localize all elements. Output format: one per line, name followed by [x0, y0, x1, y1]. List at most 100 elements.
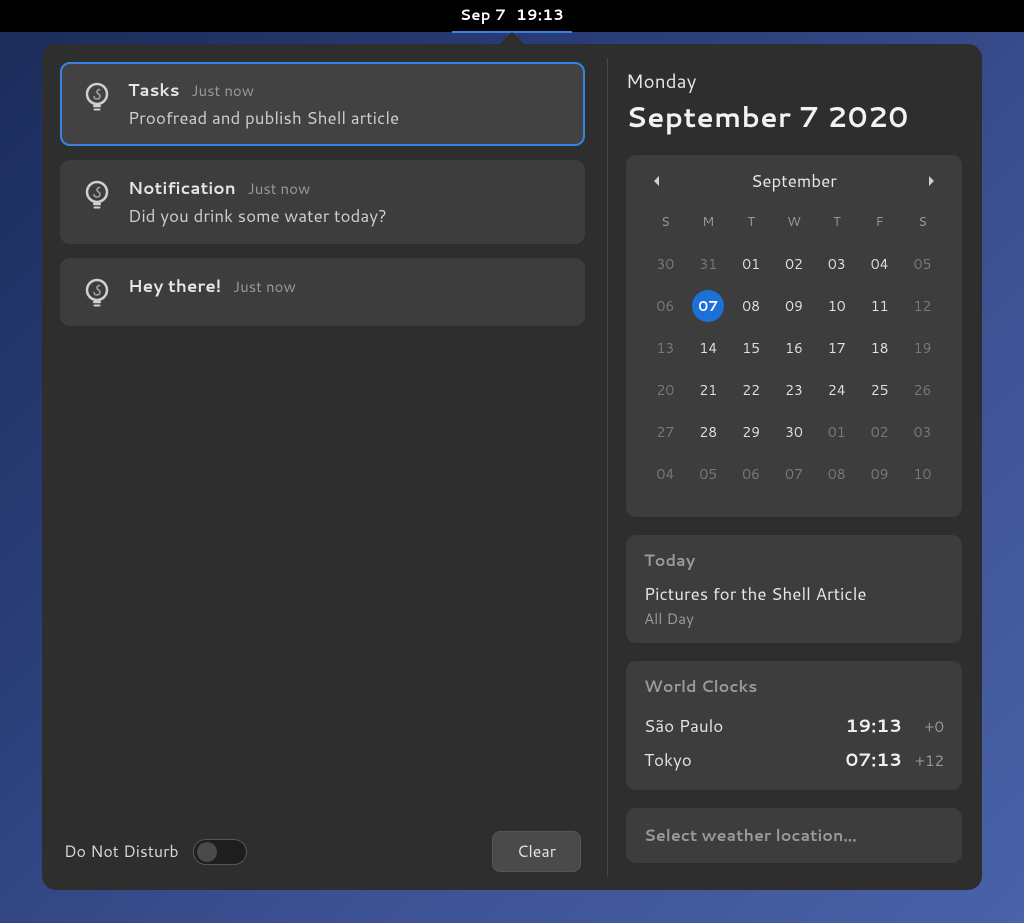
- dnd-label: Do Not Disturb: [64, 840, 179, 863]
- divider: [607, 58, 608, 876]
- flyout-arrow: [500, 32, 524, 44]
- calendar-day[interactable]: 09: [858, 457, 901, 491]
- world-clocks-section[interactable]: World Clocks São Paulo19:13+0 Tokyo 07:13 +…: [626, 661, 962, 790]
- calendar-day[interactable]: 30: [644, 247, 687, 281]
- events-section[interactable]: Today Pictures for the Shell ArticleAll …: [626, 535, 962, 643]
- calendar-day[interactable]: 17: [815, 331, 858, 365]
- dnd-switch[interactable]: [193, 839, 247, 865]
- dnd-row: Do Not Disturb: [64, 839, 247, 865]
- calendar-day[interactable]: 29: [730, 415, 773, 449]
- clear-button[interactable]: Clear: [492, 831, 581, 872]
- calendar-day[interactable]: 11: [858, 289, 901, 323]
- calendar-day[interactable]: 04: [858, 247, 901, 281]
- calendar-day[interactable]: 24: [815, 373, 858, 407]
- notification-app-icon: [80, 80, 114, 114]
- date-dow: Monday: [626, 68, 962, 95]
- notification-title: Hey there!: [128, 274, 221, 298]
- calendar-day[interactable]: 31: [687, 247, 730, 281]
- calendar-dow: S: [901, 209, 944, 239]
- calendar-dow: M: [687, 209, 730, 239]
- calendar-day[interactable]: 30: [773, 415, 816, 449]
- notification-card[interactable]: Hey there! Just now: [60, 258, 585, 326]
- calendar-grid: SMTWTFS303101020304050607080910111213141…: [644, 201, 944, 499]
- world-clock-city: Tokyo: [644, 748, 834, 772]
- date-heading: Monday September 7 2020: [626, 68, 962, 137]
- lightbulb-icon: [81, 277, 113, 309]
- notification-body: Did you drink some water today?: [128, 204, 565, 228]
- calendar-day[interactable]: 27: [644, 415, 687, 449]
- calendar-day[interactable]: 12: [901, 289, 944, 323]
- calendar-day[interactable]: 02: [858, 415, 901, 449]
- calendar-day[interactable]: 21: [687, 373, 730, 407]
- calendar-day[interactable]: 05: [901, 247, 944, 281]
- lightbulb-icon: [81, 81, 113, 113]
- calendar-day[interactable]: 26: [901, 373, 944, 407]
- calendar-day[interactable]: 28: [687, 415, 730, 449]
- weather-location-button[interactable]: Select weather location…: [626, 808, 962, 863]
- calendar-day[interactable]: 08: [730, 289, 773, 323]
- notifications-panel: Tasks Just now Proofread and publish Shell…: [56, 58, 597, 876]
- event-time: All Day: [644, 608, 944, 629]
- calendar-day[interactable]: 03: [815, 247, 858, 281]
- notification-card[interactable]: TasksJust nowProofread and publish Shell…: [60, 62, 585, 146]
- calendar-dow: W: [773, 209, 816, 239]
- calendar-dow: F: [858, 209, 901, 239]
- date-menu-flyout: Tasks Just now Proofread and publish Shell…: [42, 32, 982, 890]
- calendar-day[interactable]: 08: [815, 457, 858, 491]
- notification-time: Just now: [233, 276, 296, 297]
- world-clock-row: Tokyo 07:13 +12: [644, 742, 944, 776]
- calendar-day[interactable]: 10: [901, 457, 944, 491]
- world-clocks-heading: World Clocks: [644, 675, 944, 698]
- world-clock-city: São Paulo: [644, 714, 834, 738]
- calendar-prev-button[interactable]: [646, 170, 668, 192]
- events-heading: Today: [644, 549, 944, 572]
- calendar-day[interactable]: 23: [773, 373, 816, 407]
- calendar-day[interactable]: 14: [687, 331, 730, 365]
- calendar-panel: Monday September 7 2020 September SMTWTF…: [618, 58, 968, 876]
- topbar-date: Sep 7: [460, 4, 506, 25]
- calendar-day[interactable]: 10: [815, 289, 858, 323]
- calendar-day[interactable]: 16: [773, 331, 816, 365]
- calendar-day[interactable]: 20: [644, 373, 687, 407]
- notification-app-icon: [80, 276, 114, 310]
- notification-title: Tasks: [128, 78, 180, 102]
- calendar-dow: S: [644, 209, 687, 239]
- calendar-day[interactable]: 19: [901, 331, 944, 365]
- calendar-day[interactable]: 13: [644, 331, 687, 365]
- calendar-dow: T: [815, 209, 858, 239]
- topbar: Sep 7 19:13: [0, 0, 1024, 32]
- topbar-time: 19:13: [516, 4, 564, 25]
- calendar-day[interactable]: 18: [858, 331, 901, 365]
- event-title: Pictures for the Shell Article: [644, 582, 944, 606]
- notification-card[interactable]: Notification Just now Did you drink some w…: [60, 160, 585, 244]
- calendar-day[interactable]: 06: [730, 457, 773, 491]
- world-clock-time: 07:13: [844, 746, 902, 772]
- calendar-day[interactable]: 03: [901, 415, 944, 449]
- calendar: September SMTWTFS30310102030405060708091…: [626, 155, 962, 517]
- calendar-day[interactable]: 25: [858, 373, 901, 407]
- notification-title: Notification: [128, 176, 236, 200]
- calendar-day[interactable]: 15: [730, 331, 773, 365]
- world-clock-offset: +0: [912, 716, 944, 737]
- topbar-clock[interactable]: Sep 7 19:13: [452, 0, 572, 33]
- calendar-day[interactable]: 06: [644, 289, 687, 323]
- notification-body: Proofread and publish Shell article: [128, 106, 565, 130]
- calendar-day[interactable]: 09: [773, 289, 816, 323]
- notification-app-icon: [80, 178, 114, 212]
- world-clock-row: São Paulo19:13+0: [644, 708, 944, 742]
- world-clock-offset: +12: [912, 750, 944, 771]
- calendar-day[interactable]: 22: [730, 373, 773, 407]
- date-full: September 7 2020: [626, 97, 962, 137]
- calendar-month-label: September: [751, 169, 837, 193]
- chevron-left-icon: [652, 176, 662, 186]
- calendar-day[interactable]: 05: [687, 457, 730, 491]
- calendar-day[interactable]: 02: [773, 247, 816, 281]
- calendar-day[interactable]: 01: [730, 247, 773, 281]
- lightbulb-icon: [81, 179, 113, 211]
- calendar-day[interactable]: 01: [815, 415, 858, 449]
- notification-time: Just now: [248, 178, 311, 199]
- calendar-next-button[interactable]: [920, 170, 942, 192]
- calendar-day[interactable]: 07: [773, 457, 816, 491]
- calendar-day[interactable]: 04: [644, 457, 687, 491]
- calendar-day[interactable]: 07: [687, 289, 730, 323]
